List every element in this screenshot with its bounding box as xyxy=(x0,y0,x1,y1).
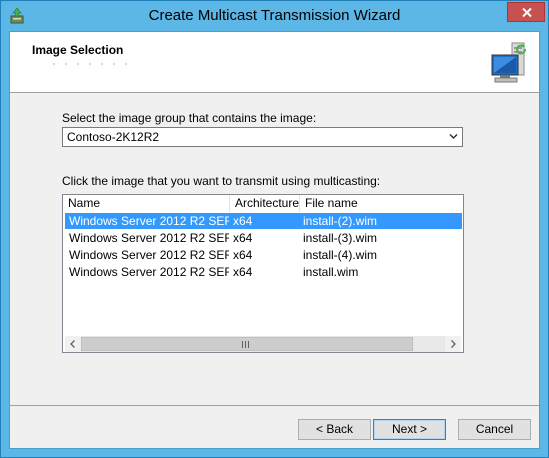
image-arch-cell: x64 xyxy=(233,248,253,262)
close-icon xyxy=(522,8,532,17)
column-header-file-name[interactable]: File name xyxy=(300,195,464,212)
image-group-value: Contoso-2K12R2 xyxy=(67,130,160,144)
horizontal-scrollbar[interactable] xyxy=(65,336,461,352)
page-title: Image Selection xyxy=(32,43,124,57)
list-item[interactable]: Windows Server 2012 R2 SER... x64 instal… xyxy=(65,264,462,280)
list-item[interactable]: Windows Server 2012 R2 SER... x64 instal… xyxy=(65,213,462,229)
window-title: Create Multicast Transmission Wizard xyxy=(148,7,401,24)
column-header-architecture[interactable]: Architecture xyxy=(230,195,300,212)
image-list[interactable]: Name Architecture File name Windows Serv… xyxy=(62,194,464,353)
list-item[interactable]: Windows Server 2012 R2 SER... x64 instal… xyxy=(65,230,462,246)
image-list-label: Click the image that you want to transmi… xyxy=(62,174,381,188)
title-bar[interactable]: Create Multicast Transmission Wizard xyxy=(1,1,548,31)
column-header-name[interactable]: Name xyxy=(63,195,230,212)
image-file-cell: install.wim xyxy=(303,265,359,279)
image-arch-cell: x64 xyxy=(233,231,253,245)
image-file-cell: install-(3).wim xyxy=(303,231,378,245)
scroll-right-button[interactable] xyxy=(445,336,461,352)
footer-divider xyxy=(10,405,539,406)
scroll-left-button[interactable] xyxy=(65,336,81,352)
next-button[interactable]: Next > xyxy=(373,419,446,440)
image-arch-cell: x64 xyxy=(233,214,253,228)
list-item[interactable]: Windows Server 2012 R2 SER... x64 instal… xyxy=(65,247,462,263)
cancel-button[interactable]: Cancel xyxy=(458,419,531,440)
wizard-header: Image Selection xyxy=(10,32,539,93)
scroll-left-icon xyxy=(70,340,75,348)
wizard-window: Create Multicast Transmission Wizard Ima… xyxy=(0,0,549,458)
image-group-label: Select the image group that contains the… xyxy=(62,111,317,125)
close-button[interactable] xyxy=(507,2,545,22)
computer-header-icon xyxy=(488,41,532,87)
image-file-cell: install-(4).wim xyxy=(303,248,378,262)
image-group-select[interactable]: Contoso-2K12R2 xyxy=(62,127,463,147)
image-file-cell: install-(2).wim xyxy=(303,214,378,228)
scroll-right-icon xyxy=(451,340,456,348)
image-name-cell: Windows Server 2012 R2 SER... xyxy=(69,231,229,245)
grip-icon xyxy=(242,341,249,348)
image-name-cell: Windows Server 2012 R2 SER... xyxy=(69,248,229,262)
image-name-cell: Windows Server 2012 R2 SER... xyxy=(69,265,229,279)
header-dot-decoration xyxy=(53,63,127,65)
image-name-cell: Windows Server 2012 R2 SER... xyxy=(69,214,229,228)
back-button[interactable]: < Back xyxy=(298,419,371,440)
wizard-client-area: Image Selection Select the image group t… xyxy=(9,31,540,449)
scroll-thumb[interactable] xyxy=(81,337,413,351)
chevron-down-icon xyxy=(449,133,458,140)
image-arch-cell: x64 xyxy=(233,265,253,279)
list-header: Name Architecture File name xyxy=(63,195,463,212)
